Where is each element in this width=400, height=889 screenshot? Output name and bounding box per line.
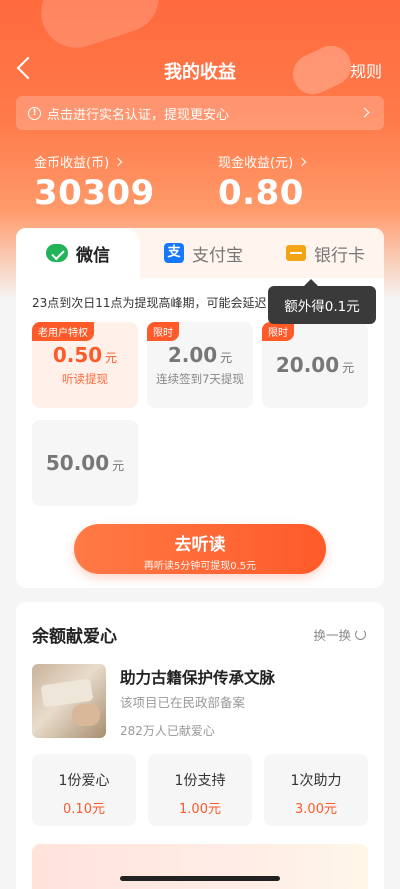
home-indicator xyxy=(120,876,280,881)
verification-notice[interactable]: ! 点击进行实名认证，提现更安心 xyxy=(16,96,384,130)
project-donor-count: 282万人已献爱心 xyxy=(120,724,215,738)
chevron-right-icon xyxy=(359,107,370,118)
donate-label: 1份支持 xyxy=(174,773,226,789)
withdraw-card: 微信 支 支付宝 银行卡 23点到次日11点为提现高峰期，可能会延迟 老用户特权… xyxy=(16,228,384,588)
tab-bank-card[interactable]: 银行卡 xyxy=(286,228,384,278)
rules-link[interactable]: 规则 xyxy=(350,58,382,82)
listen-button-label: 去听读 xyxy=(174,535,226,555)
charity-title: 余额献爱心 xyxy=(32,627,117,647)
tab-wechat[interactable]: 微信 xyxy=(16,228,140,278)
donate-option[interactable]: 1份支持 1.00元 xyxy=(148,754,252,826)
option-subtitle: 连续签到7天提现 xyxy=(156,372,244,386)
withdraw-option-2-00[interactable]: 限时 2.00 元 连续签到7天提现 xyxy=(147,322,253,408)
option-tag: 限时 xyxy=(147,322,179,341)
option-amount: 20.00 xyxy=(275,353,340,377)
coin-earnings[interactable]: 金币收益(币) 30309 xyxy=(34,152,155,213)
coin-earnings-label: 金币收益(币) xyxy=(34,156,110,171)
cash-earnings-value: 0.80 xyxy=(218,173,304,213)
decoration xyxy=(32,0,168,57)
cash-earnings-label: 现金收益(元) xyxy=(218,156,294,171)
wechat-icon xyxy=(46,244,68,262)
extra-bonus-tooltip: 额外得0.1元 xyxy=(268,279,376,324)
project-image[interactable] xyxy=(32,664,106,738)
refresh-icon xyxy=(355,629,366,640)
swap-button[interactable]: 换一换 xyxy=(313,625,366,644)
option-unit: 元 xyxy=(112,459,125,473)
chevron-right-icon xyxy=(113,157,123,166)
option-tag: 老用户特权 xyxy=(32,322,94,341)
tab-label: 支付宝 xyxy=(192,245,243,266)
notice-text: 点击进行实名认证，提现更安心 xyxy=(47,107,230,123)
option-unit: 元 xyxy=(342,361,355,375)
project-name[interactable]: 助力古籍保护传承文脉 xyxy=(120,666,275,688)
cash-earnings[interactable]: 现金收益(元) 0.80 xyxy=(218,152,307,213)
donate-label: 1次助力 xyxy=(290,773,342,789)
donate-option[interactable]: 1份爱心 0.10元 xyxy=(32,754,136,826)
option-amount: 0.50 xyxy=(52,343,103,367)
option-unit: 元 xyxy=(220,351,233,365)
option-amount: 2.00 xyxy=(167,343,218,367)
tab-label: 微信 xyxy=(76,245,110,266)
coin-earnings-value: 30309 xyxy=(34,173,155,213)
option-amount: 50.00 xyxy=(45,451,110,475)
donate-price: 0.10元 xyxy=(63,802,105,817)
charity-section: 余额献爱心 换一换 助力古籍保护传承文脉 该项目已在民政部备案 282万人已献爱… xyxy=(16,602,384,889)
withdraw-option-0-50[interactable]: 老用户特权 0.50 元 听读提现 xyxy=(32,322,138,408)
top-bar: 我的收益 规则 xyxy=(0,52,400,88)
chevron-right-icon xyxy=(297,157,307,166)
payment-tabs: 微信 支 支付宝 银行卡 xyxy=(16,228,384,278)
tab-label: 银行卡 xyxy=(314,245,365,266)
option-tag: 限时 xyxy=(262,322,294,341)
info-icon: ! xyxy=(28,106,41,120)
page-title: 我的收益 xyxy=(164,62,236,83)
withdraw-option-50-00[interactable]: 50.00 元 xyxy=(32,420,138,506)
peak-period-notice: 23点到次日11点为提现高峰期，可能会延迟 xyxy=(32,296,267,310)
alipay-icon: 支 xyxy=(164,243,184,263)
swap-label: 换一换 xyxy=(313,628,351,643)
project-description: 该项目已在民政部备案 xyxy=(120,695,246,710)
go-listen-button[interactable]: 去听读 再听读5分钟可提现0.5元 xyxy=(74,524,326,574)
promo-banner[interactable] xyxy=(32,844,368,889)
donate-option[interactable]: 1次助力 3.00元 xyxy=(264,754,368,826)
withdraw-option-20-00[interactable]: 限时 20.00 元 xyxy=(262,322,368,408)
bank-card-icon xyxy=(286,245,306,261)
listen-button-sub: 再听读5分钟可提现0.5元 xyxy=(143,561,257,572)
tab-alipay[interactable]: 支 支付宝 xyxy=(164,228,274,278)
option-subtitle: 听读提现 xyxy=(62,372,108,386)
donate-price: 3.00元 xyxy=(295,802,337,817)
donate-label: 1份爱心 xyxy=(58,773,110,789)
option-unit: 元 xyxy=(105,351,118,365)
donate-price: 1.00元 xyxy=(179,802,221,817)
